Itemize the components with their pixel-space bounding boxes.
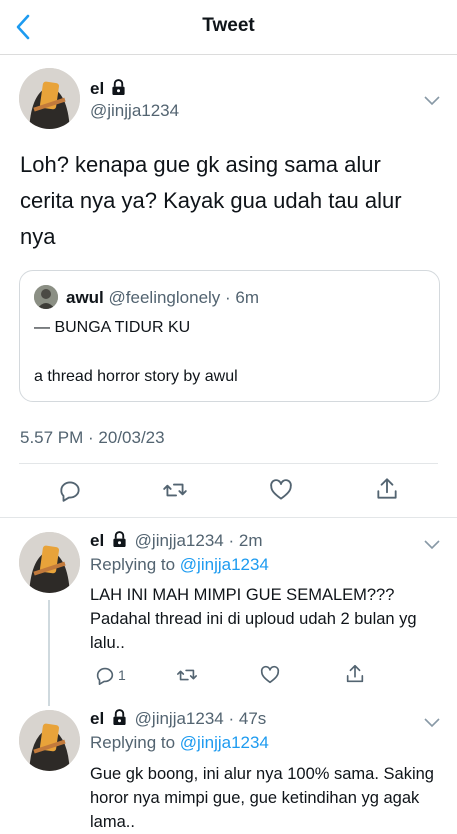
quote-header: awul @feelinglonely · 6m (66, 288, 259, 308)
chevron-down-icon[interactable] (424, 93, 440, 106)
reply-2-text: Gue gk boong, ini alur nya 100% sama. Sa… (90, 765, 434, 831)
nav-bar: Tweet (0, 0, 457, 55)
reply-2-replying-to: Replying to @jinjja1234 (90, 733, 269, 753)
lock-icon (111, 79, 126, 101)
quoted-tweet[interactable]: awul @feelinglonely · 6m — BUNGA TIDUR K… (19, 270, 440, 402)
reply-2-name[interactable]: el (90, 709, 104, 728)
tweet-timestamp: 5.57 PM · 20/03/23 (20, 428, 165, 447)
chevron-down-icon[interactable] (424, 537, 440, 550)
retweet-icon[interactable] (176, 664, 198, 686)
reply-1-replying-to: Replying to @jinjja1234 (90, 555, 269, 575)
quote-time: 6m (235, 288, 260, 307)
lock-icon (112, 709, 127, 731)
page-title: Tweet (202, 15, 255, 36)
reply-1-separator: · (223, 531, 239, 550)
like-icon[interactable] (268, 477, 294, 503)
replying-to-link[interactable]: @jinjja1234 (180, 555, 269, 574)
reply-count: 1 (118, 667, 126, 683)
replying-to-label: Replying to (90, 555, 176, 574)
reply-2-handle[interactable]: @jinjja1234 (135, 709, 224, 728)
divider (19, 463, 438, 464)
avatar[interactable] (19, 68, 80, 129)
quote-author-name: awul (66, 288, 104, 307)
chevron-down-icon[interactable] (424, 715, 440, 728)
quote-separator: · (220, 288, 236, 307)
reply-1-time: 2m (238, 531, 263, 550)
author-handle[interactable]: @jinjja1234 (90, 101, 179, 121)
quote-line-1: — BUNGA TIDUR KU (34, 319, 191, 336)
reply-1-avatar[interactable] (19, 532, 80, 593)
quote-line-2: a thread horror story by awul (34, 368, 238, 385)
author-name[interactable]: el (90, 79, 104, 99)
reply-1-text: LAH INI MAH MIMPI GUE SEMALEM??? Padahal… (90, 586, 417, 652)
retweet-icon[interactable] (162, 477, 188, 503)
share-icon[interactable] (374, 476, 400, 502)
lock-icon (112, 531, 127, 553)
like-icon[interactable] (259, 664, 281, 686)
divider (0, 517, 457, 518)
thread-connector (48, 600, 50, 706)
reply-2-avatar[interactable] (19, 710, 80, 771)
reply-1-name[interactable]: el (90, 531, 104, 550)
reply-2-separator: · (223, 709, 239, 728)
replying-to-label: Replying to (90, 733, 176, 752)
replying-to-link[interactable]: @jinjja1234 (180, 733, 269, 752)
reply-1-handle[interactable]: @jinjja1234 (135, 531, 224, 550)
quote-avatar (34, 285, 58, 309)
reply-icon[interactable] (94, 664, 116, 686)
tweet-text: Loh? kenapa gue gk asing sama alur cerit… (20, 152, 402, 249)
reply-icon[interactable] (57, 477, 83, 503)
reply-2-header: el @jinjja1234 · 47s (90, 709, 266, 731)
quote-author-handle: @feelinglonely (108, 288, 221, 307)
reply-1-header: el @jinjja1234 · 2m (90, 531, 262, 553)
reply-2-time: 47s (238, 709, 267, 728)
share-icon[interactable] (344, 663, 366, 685)
